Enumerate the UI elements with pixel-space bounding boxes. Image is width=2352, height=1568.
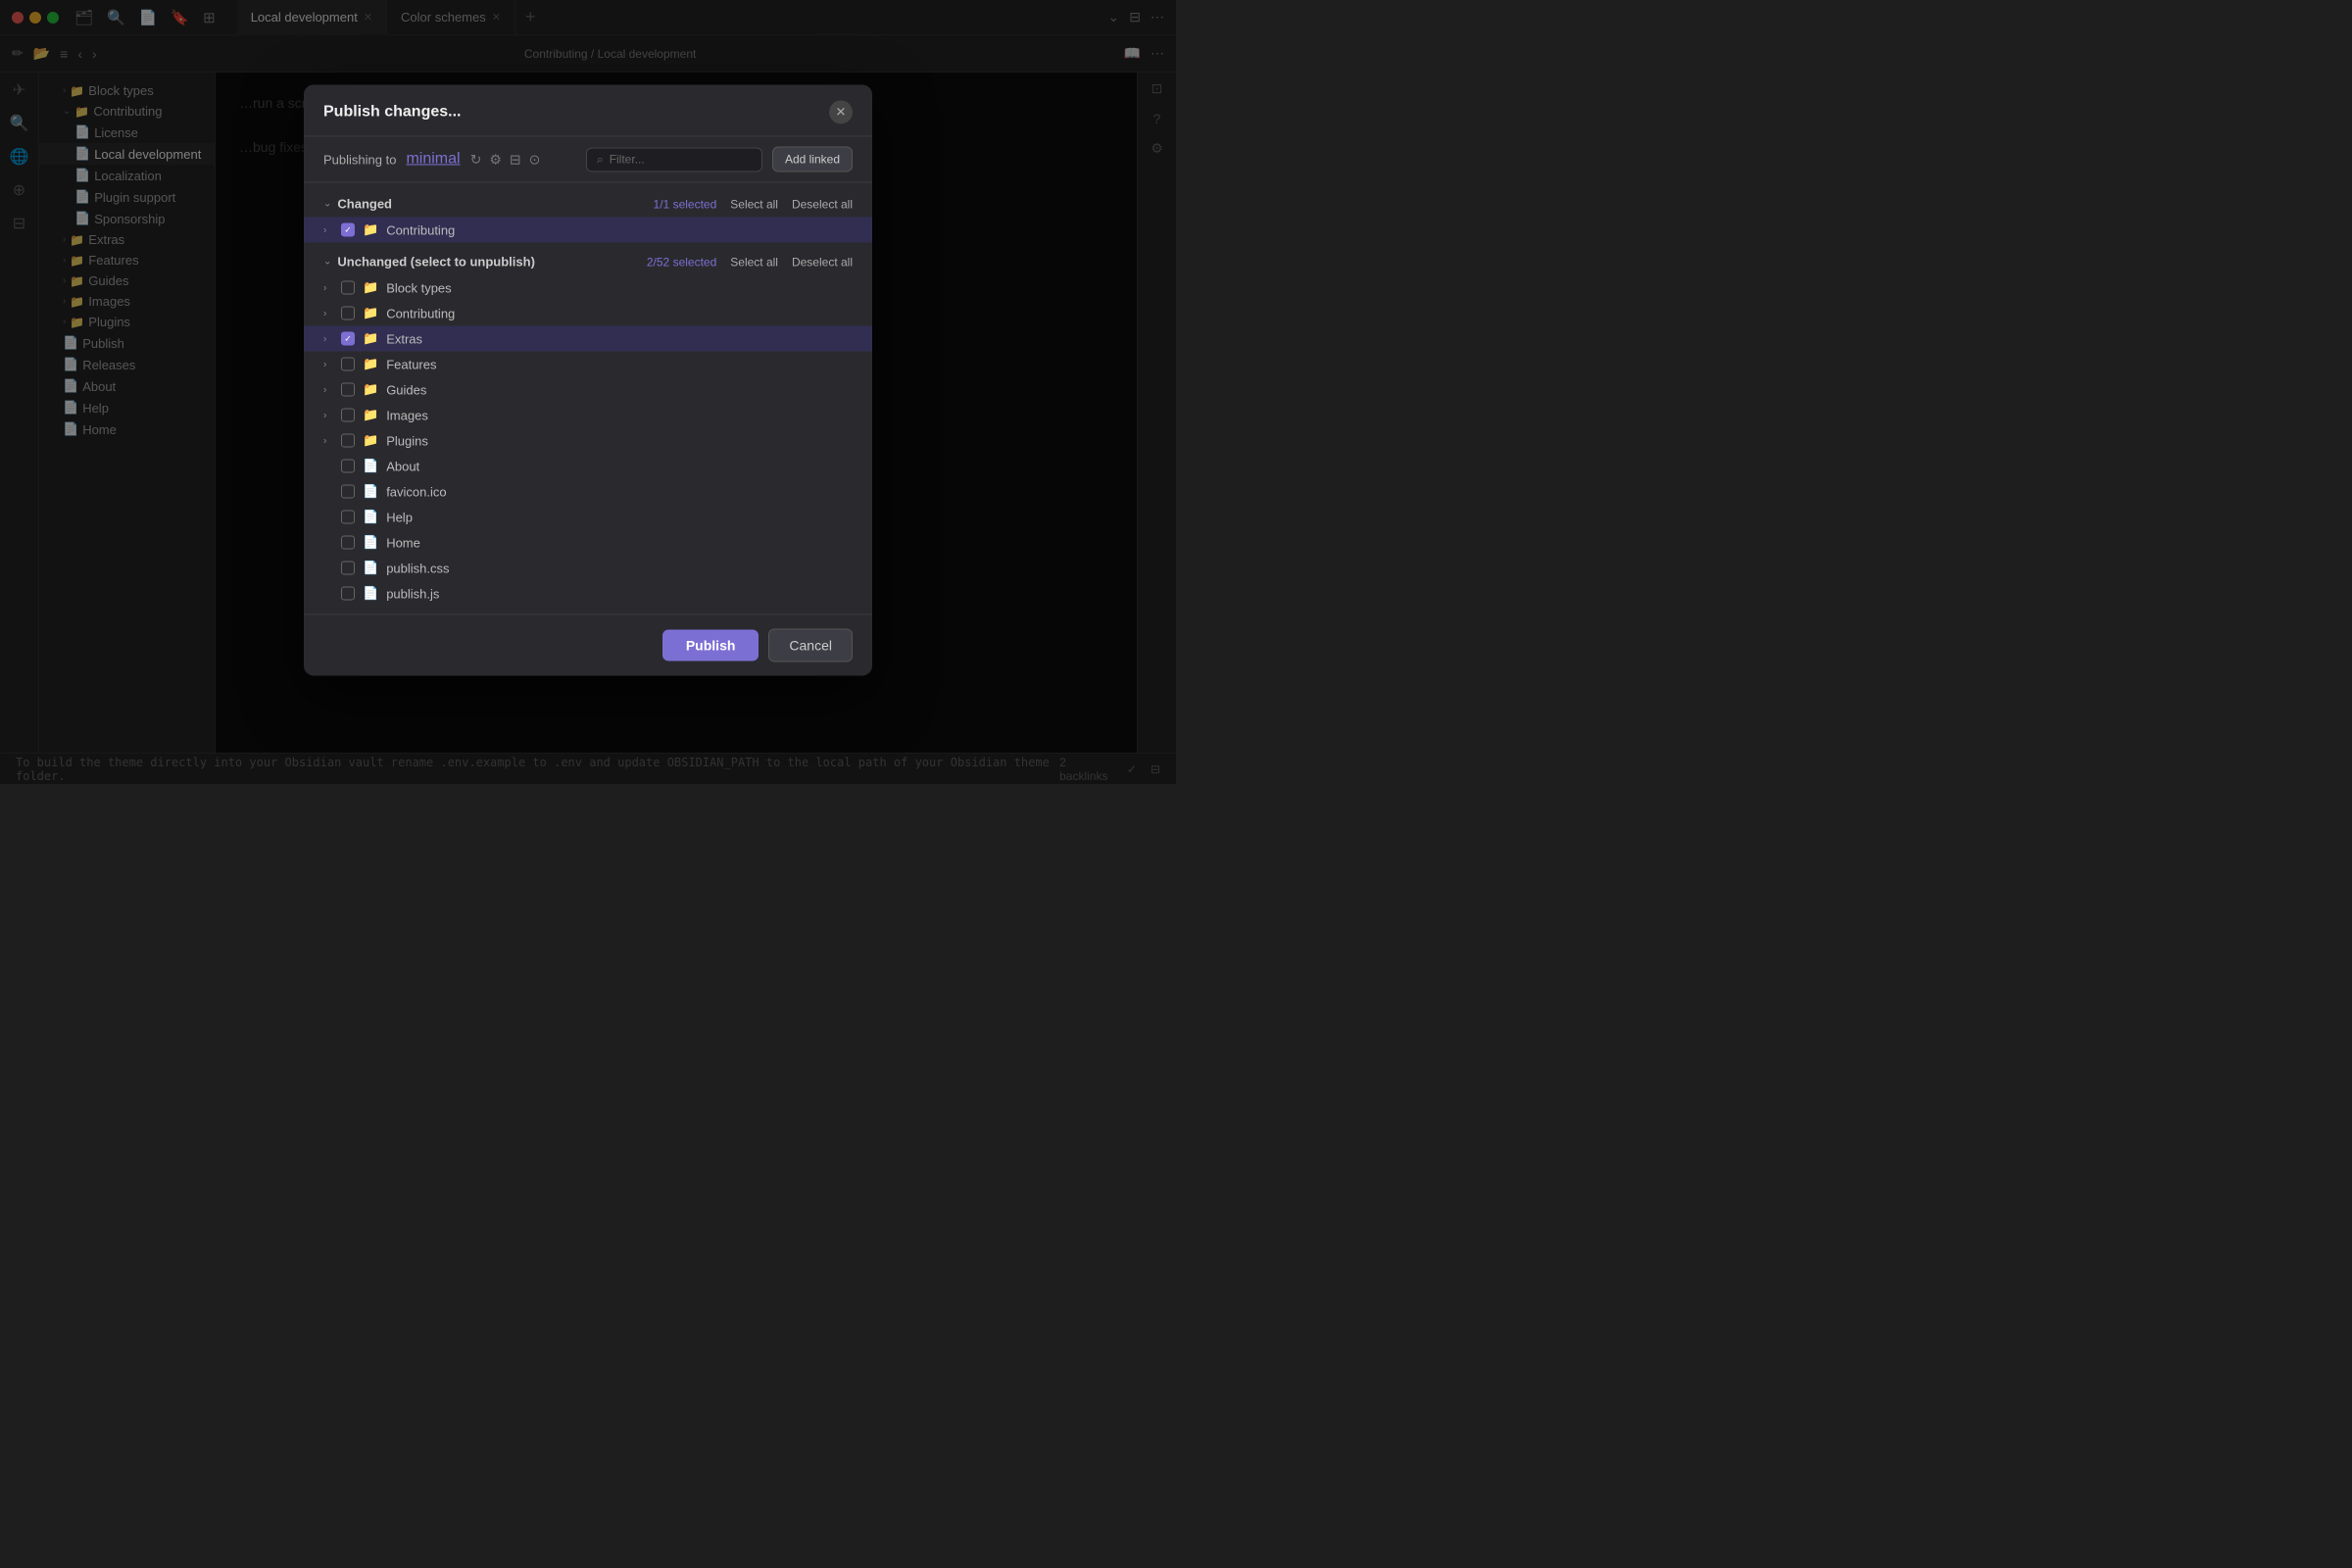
checkbox-publish-css[interactable]: [341, 561, 355, 574]
file-name: Block types: [386, 280, 451, 295]
folder-icon: 📁: [363, 432, 378, 448]
unchanged-count: 2/52 selected: [647, 255, 716, 269]
unchanged-item-block-types[interactable]: › 📁 Block types: [304, 274, 872, 300]
file-name: favicon.ico: [386, 484, 446, 499]
add-linked-button[interactable]: Add linked: [772, 146, 853, 172]
checkbox-home[interactable]: [341, 535, 355, 549]
checkbox-features[interactable]: [341, 357, 355, 370]
checkbox-block-types[interactable]: [341, 280, 355, 294]
refresh-icon[interactable]: ↻: [470, 151, 482, 168]
file-name: Guides: [386, 382, 426, 397]
publishing-to-label: Publishing to: [323, 152, 396, 167]
unchanged-item-guides[interactable]: › 📁 Guides: [304, 376, 872, 402]
folder-icon: 📁: [363, 305, 378, 320]
unchanged-item-favicon[interactable]: › 📄 favicon.ico: [304, 478, 872, 504]
dialog-title: Publish changes...: [323, 103, 461, 121]
unchanged-item-contributing[interactable]: › 📁 Contributing: [304, 300, 872, 325]
unchanged-item-publish-js[interactable]: › 📄 publish.js: [304, 580, 872, 606]
unchanged-section-title: Unchanged (select to unpublish): [337, 254, 535, 269]
changed-count: 1/1 selected: [654, 197, 717, 211]
folder-icon: 📁: [363, 407, 378, 422]
checkbox-publish-js[interactable]: [341, 586, 355, 600]
section-chevron-down-icon[interactable]: ⌄: [323, 198, 331, 209]
checkbox-about[interactable]: [341, 459, 355, 472]
checkbox-contributing-changed[interactable]: [341, 222, 355, 236]
cancel-button[interactable]: Cancel: [768, 628, 853, 662]
search-icon: ⌕: [597, 152, 604, 167]
filter-input[interactable]: [610, 152, 752, 166]
folder-icon: 📁: [363, 330, 378, 346]
file-name: Images: [386, 408, 428, 422]
row-chevron-right-icon: ›: [323, 224, 333, 235]
file-name: Plugins: [386, 433, 428, 448]
file-name: Contributing: [386, 222, 455, 237]
unchanged-item-publish-css[interactable]: › 📄 publish.css: [304, 555, 872, 580]
dialog-footer: Publish Cancel: [304, 613, 872, 675]
row-chevron-right-icon: ›: [323, 308, 333, 318]
filter-input-wrapper: ⌕: [586, 147, 762, 172]
row-chevron-right-icon: ›: [323, 333, 333, 344]
changed-section-title: Changed: [337, 196, 392, 211]
dialog-body: ⌄ Changed 1/1 selected Select all Desele…: [304, 182, 872, 613]
dialog-close-button[interactable]: ✕: [829, 100, 853, 123]
file-name: Contributing: [386, 306, 455, 320]
publishing-target-link[interactable]: minimal: [406, 150, 460, 168]
checkbox-favicon[interactable]: [341, 484, 355, 498]
file-name: About: [386, 459, 419, 473]
unchanged-deselect-all[interactable]: Deselect all: [792, 255, 853, 269]
changed-select-all[interactable]: Select all: [730, 197, 778, 211]
changed-item-contributing[interactable]: › 📁 Contributing: [304, 217, 872, 242]
file-icon: 📄: [363, 534, 378, 550]
file-name: publish.js: [386, 586, 439, 601]
changed-deselect-all[interactable]: Deselect all: [792, 197, 853, 211]
file-icon: 📄: [363, 509, 378, 524]
publish-button[interactable]: Publish: [662, 629, 760, 661]
checkbox-extras[interactable]: [341, 331, 355, 345]
checkbox-contributing[interactable]: [341, 306, 355, 319]
unchanged-item-home[interactable]: › 📄 Home: [304, 529, 872, 555]
file-name: Home: [386, 535, 420, 550]
file-name: Help: [386, 510, 413, 524]
unchanged-item-extras[interactable]: › 📁 Extras: [304, 325, 872, 351]
checkbox-images[interactable]: [341, 408, 355, 421]
folder-icon: 📁: [363, 381, 378, 397]
file-icon: 📄: [363, 560, 378, 575]
person-icon[interactable]: ⊙: [529, 151, 541, 168]
unchanged-item-features[interactable]: › 📁 Features: [304, 351, 872, 376]
unchanged-item-about[interactable]: › 📄 About: [304, 453, 872, 478]
checkbox-guides[interactable]: [341, 382, 355, 396]
dialog-subheader: Publishing to minimal ↻ ⚙ ⊟ ⊙ ⌕ Add link…: [304, 136, 872, 182]
row-chevron-right-icon: ›: [323, 359, 333, 369]
file-name: Extras: [386, 331, 422, 346]
unchanged-select-all[interactable]: Select all: [730, 255, 778, 269]
row-chevron-right-icon: ›: [323, 282, 333, 293]
folder-icon: 📁: [363, 279, 378, 295]
unchanged-section-header: ⌄ Unchanged (select to unpublish) 2/52 s…: [304, 248, 872, 274]
dialog-header: Publish changes... ✕: [304, 84, 872, 136]
file-icon: 📄: [363, 585, 378, 601]
file-icon: 📄: [363, 458, 378, 473]
file-name: Features: [386, 357, 436, 371]
row-chevron-right-icon: ›: [323, 384, 333, 395]
publish-dialog: Publish changes... ✕ Publishing to minim…: [304, 84, 872, 675]
folder-icon: 📁: [363, 221, 378, 237]
checkbox-help[interactable]: [341, 510, 355, 523]
folder-icon: 📁: [363, 356, 378, 371]
filter-icon[interactable]: ⊟: [510, 151, 521, 168]
changed-section-header: ⌄ Changed 1/1 selected Select all Desele…: [304, 190, 872, 217]
unchanged-item-plugins[interactable]: › 📁 Plugins: [304, 427, 872, 453]
subheader-icons: ↻ ⚙ ⊟ ⊙: [470, 151, 541, 168]
unchanged-item-help[interactable]: › 📄 Help: [304, 504, 872, 529]
file-name: publish.css: [386, 561, 449, 575]
settings-icon[interactable]: ⚙: [489, 151, 502, 168]
file-icon: 📄: [363, 483, 378, 499]
checkbox-plugins[interactable]: [341, 433, 355, 447]
unchanged-item-images[interactable]: › 📁 Images: [304, 402, 872, 427]
row-chevron-right-icon: ›: [323, 435, 333, 446]
row-chevron-right-icon: ›: [323, 410, 333, 420]
section-chevron-down-icon[interactable]: ⌄: [323, 256, 331, 267]
